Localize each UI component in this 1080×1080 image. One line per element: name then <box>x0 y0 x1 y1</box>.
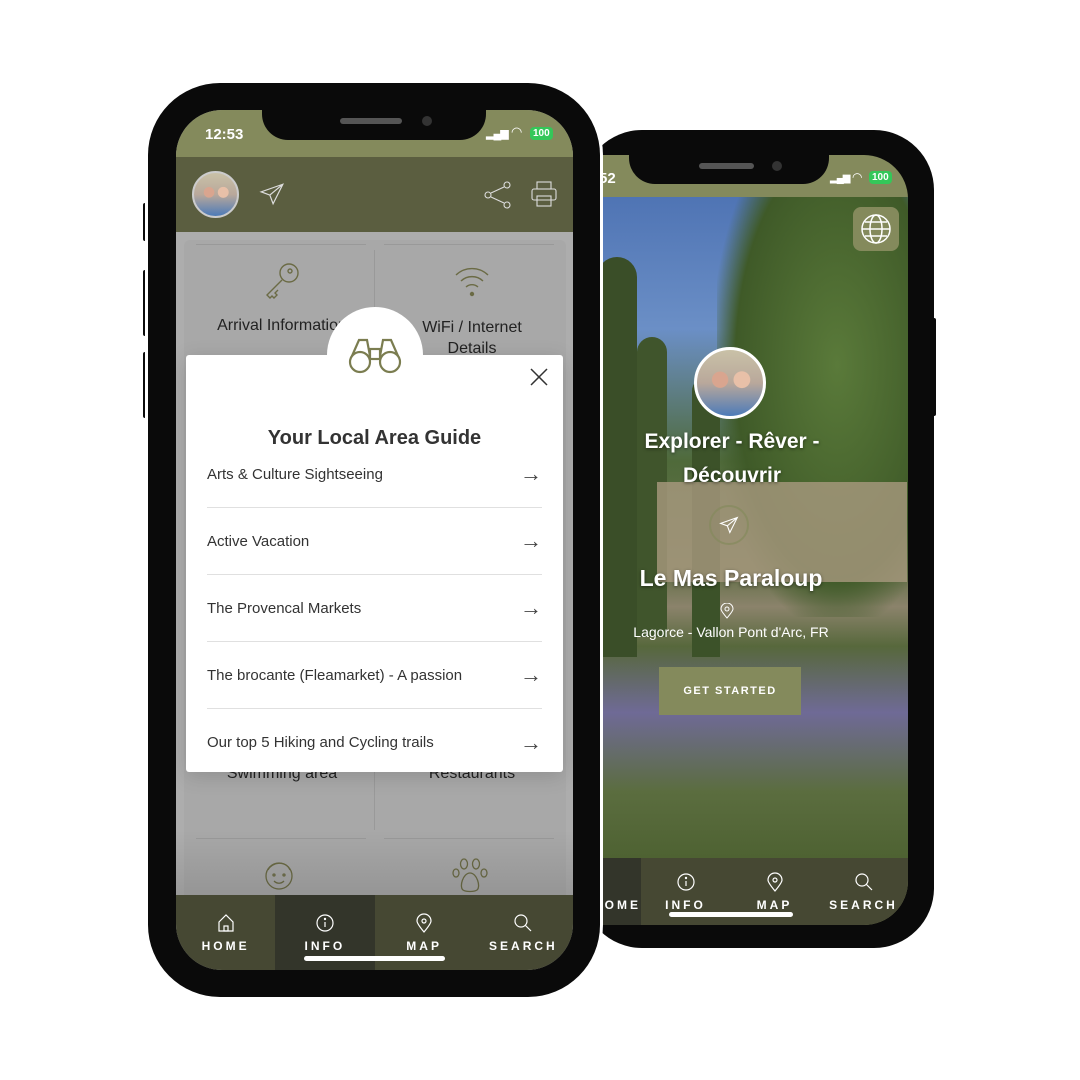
grid-divider <box>384 244 554 245</box>
wifi-icon <box>455 267 489 297</box>
tab-label: MAP <box>406 938 442 953</box>
front-phone-screen: 12:53 ▂▄▆ ◠ 100 Arrival Information WiFi… <box>176 110 573 970</box>
wifi-icon: ◠ <box>511 124 523 139</box>
guide-item[interactable]: The Provencal Markets → <box>207 575 542 642</box>
home-indicator <box>304 956 445 961</box>
info-icon <box>316 913 334 932</box>
share-icon[interactable] <box>484 181 512 209</box>
arrow-right-icon: → <box>520 595 542 620</box>
status-time: 12:53 <box>205 126 244 143</box>
hero-image <box>597 197 908 858</box>
guide-list: Arts & Culture Sightseeing → Active Vacat… <box>207 441 542 776</box>
tab-label: INFO <box>304 938 346 953</box>
search-icon <box>854 872 872 890</box>
home-icon <box>218 913 234 932</box>
grid-divider <box>196 244 366 245</box>
bottom-fade <box>176 830 573 900</box>
speaker <box>340 118 402 124</box>
arrow-right-icon: → <box>520 528 542 553</box>
tab-label: HOME <box>597 897 641 912</box>
tab-home[interactable]: HOME <box>176 895 275 970</box>
tab-search[interactable]: SEARCH <box>474 895 573 970</box>
tab-home[interactable]: HOME <box>597 858 641 925</box>
property-location: Lagorce - Vallon Pont d'Arc, FR <box>633 624 829 640</box>
paper-plane-icon[interactable] <box>258 181 286 207</box>
back-phone-screen: 52 ▂▄▆ ◠ 100 Explorer - Rêver - Découvri… <box>597 155 908 925</box>
signal-icon: ▂▄▆ <box>486 128 509 140</box>
map-pin-icon <box>766 871 783 892</box>
language-button[interactable] <box>853 207 899 251</box>
guide-item-label: Active Vacation <box>207 532 310 550</box>
tab-label: HOME <box>201 938 250 953</box>
tab-label: MAP <box>756 897 793 912</box>
guide-item[interactable]: Our top 5 Hiking and Cycling trails → <box>207 709 542 776</box>
guide-item-label: The brocante (Fleamarket) - A passion <box>207 666 463 684</box>
location-pin-icon <box>720 603 734 619</box>
signal-icon: ▂▄▆ <box>830 173 850 184</box>
status-time: 52 <box>599 170 616 187</box>
back-phone: 52 ▂▄▆ ◠ 100 Explorer - Rêver - Découvri… <box>582 130 934 948</box>
battery-indicator: 100 <box>869 171 892 184</box>
host-avatar <box>694 347 766 419</box>
local-guide-modal: Your Local Area Guide Arts & Culture Sig… <box>186 355 563 772</box>
notch <box>629 155 829 184</box>
search-icon <box>514 913 532 931</box>
camera <box>422 116 432 126</box>
binoculars-icon <box>348 338 402 374</box>
home-indicator <box>669 912 793 917</box>
arrow-right-icon: → <box>520 461 542 486</box>
tab-label: SEARCH <box>829 897 898 912</box>
speaker <box>699 163 754 169</box>
modal-icon-badge <box>327 307 423 403</box>
printer-icon[interactable] <box>530 180 558 208</box>
guide-item-label: The Provencal Markets <box>207 599 362 617</box>
guide-item-label: Arts & Culture Sightseeing <box>207 465 383 483</box>
guide-item[interactable]: Active Vacation → <box>207 508 542 575</box>
app-header <box>176 157 573 232</box>
get-started-button[interactable]: GET STARTED <box>659 667 801 715</box>
tab-search[interactable]: SEARCH <box>819 858 908 925</box>
globe-icon <box>861 214 891 244</box>
hero-tagline: Explorer - Rêver - Découvrir <box>644 430 820 487</box>
info-icon <box>676 872 695 891</box>
close-icon <box>530 368 548 386</box>
arrow-right-icon: → <box>520 729 542 755</box>
property-name: Le Mas Paraloup <box>639 565 823 591</box>
key-icon <box>266 263 299 299</box>
tab-label: SEARCH <box>489 938 558 953</box>
guide-item[interactable]: Arts & Culture Sightseeing → <box>207 441 542 508</box>
paper-plane-icon <box>719 516 739 534</box>
close-button[interactable] <box>529 367 549 387</box>
camera <box>772 161 782 171</box>
map-pin-icon <box>416 912 432 933</box>
arrow-right-icon: → <box>520 662 542 687</box>
front-phone: 12:53 ▂▄▆ ◠ 100 Arrival Information WiFi… <box>148 83 600 997</box>
battery-indicator: 100 <box>530 127 553 140</box>
guide-item[interactable]: The brocante (Fleamarket) - A passion → <box>207 642 542 709</box>
tab-label: INFO <box>665 897 706 912</box>
message-button[interactable] <box>709 505 749 545</box>
guide-item-label: Our top 5 Hiking and Cycling trails <box>207 734 434 751</box>
wifi-icon: ◠ <box>852 170 863 184</box>
host-avatar[interactable] <box>192 171 239 218</box>
notch <box>262 110 486 140</box>
